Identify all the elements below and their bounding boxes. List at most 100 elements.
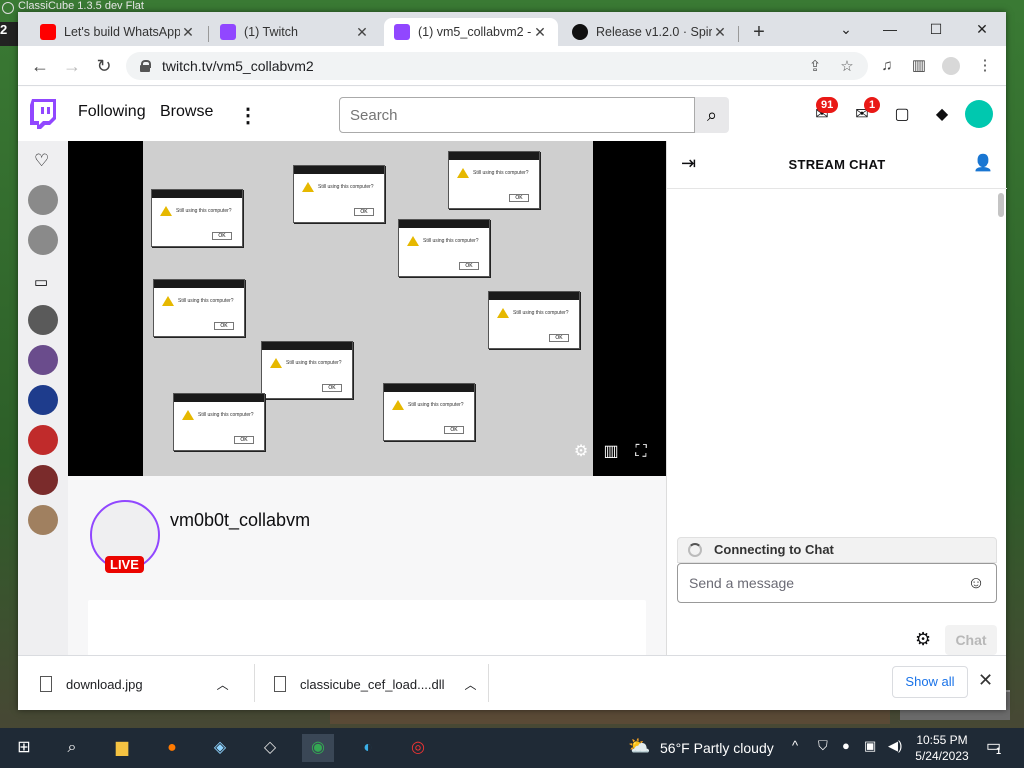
obs-icon[interactable]: ◎ (402, 734, 434, 762)
following-link[interactable]: Following (78, 103, 146, 121)
heart-icon[interactable]: ♡ (34, 151, 49, 171)
shield-icon[interactable]: ⛉ (818, 738, 828, 754)
new-tab-button[interactable]: + (748, 22, 770, 44)
chat-send-button[interactable]: Chat (945, 625, 997, 655)
show-all-downloads-button[interactable]: Show all (892, 666, 968, 698)
chat-settings-icon[interactable]: ⚙ (915, 629, 931, 650)
back-button[interactable]: ← (28, 54, 52, 78)
sidebar-channel-avatar[interactable] (28, 505, 58, 535)
sidebar-channel-avatar[interactable] (28, 345, 58, 375)
bookmark-star-icon[interactable]: ☆ (838, 58, 856, 76)
warning-icon (182, 410, 194, 420)
download-item[interactable]: download.jpg ︿ (40, 666, 229, 702)
fullscreen-icon[interactable]: ⛶ (630, 441, 652, 463)
close-icon[interactable]: ✕ (180, 24, 196, 41)
download-item[interactable]: classicube_cef_load....dll ︿ (274, 666, 477, 702)
chat-message-input[interactable]: Send a message ☺ (677, 563, 997, 603)
profile-avatar-icon[interactable] (942, 57, 960, 75)
emoji-picker-icon[interactable]: ☺ (966, 573, 986, 593)
tab-search-button[interactable]: ⌄ (826, 16, 866, 42)
twitch-top-nav: Following Browse ⋮ ⌕ ✉ 91 ✉ 1 ▢ ◆ (18, 87, 1006, 141)
side-panel-icon[interactable]: ▥ (908, 55, 930, 77)
video-player[interactable]: Still using this computer? OK Still using… (68, 141, 666, 476)
chrome-icon[interactable]: ◉ (302, 734, 334, 762)
browse-link[interactable]: Browse (160, 103, 213, 121)
close-downloads-icon[interactable]: ✕ (978, 670, 993, 691)
firefox-icon[interactable]: ● (156, 734, 188, 762)
sidebar-channel-avatar[interactable] (28, 305, 58, 335)
minimize-button[interactable]: — (870, 16, 910, 42)
tab-title: (1) Twitch (244, 25, 298, 39)
warning-dialog: Still using this computer? OK (151, 189, 243, 247)
chevron-up-icon[interactable]: ︿ (217, 676, 229, 693)
search-button[interactable]: ⌕ (695, 97, 729, 133)
menu-kebab-icon[interactable]: ⋮ (974, 55, 996, 77)
close-icon[interactable]: ✕ (532, 24, 548, 41)
chat-scrollbar[interactable] (998, 193, 1004, 217)
edge-icon[interactable]: ◐ (352, 734, 384, 762)
app-icon[interactable]: ◈ (204, 734, 236, 762)
network-icon[interactable]: ▣ (864, 738, 876, 754)
weather-cloud-icon[interactable]: ⛅ (628, 736, 650, 757)
whispers-icon[interactable]: ▢ (890, 103, 914, 127)
system-clock[interactable]: 10:55 PM 5/24/2023 (912, 732, 972, 764)
sidebar-channel-avatar[interactable] (28, 225, 58, 255)
tab-youtube[interactable]: Let's build WhatsApp ✕ (30, 18, 206, 46)
theatre-mode-icon[interactable]: ▥ (600, 441, 622, 463)
chevron-up-icon[interactable]: ^ (792, 738, 798, 753)
chevron-up-icon[interactable]: ︿ (465, 676, 477, 693)
volume-icon[interactable]: ◀) (888, 738, 902, 754)
inbox-badge: 91 (816, 97, 839, 113)
tab-github-release[interactable]: Release v1.2.0 · Spiral ✕ (562, 18, 738, 46)
address-bar[interactable]: twitch.tv/vm5_collabvm2 ⇪ ☆ (126, 52, 868, 80)
game-hud-number: 2 (0, 22, 18, 46)
browser-toolbar: ← → ↻ twitch.tv/vm5_collabvm2 ⇪ ☆ ♫ ▥ ⋮ (18, 46, 1006, 86)
game-hotbar (330, 710, 890, 724)
download-filename: download.jpg (66, 676, 143, 692)
warning-icon (457, 168, 469, 178)
windows-start-icon[interactable]: ⊞ (8, 734, 40, 762)
windows-taskbar: ⊞ ⌕ ▆ ● ◈ ◇ ◉ ◐ ◎ ⛅ 56°F Partly cloudy ^… (0, 728, 1024, 768)
sidebar-channel-avatar[interactable] (28, 425, 58, 455)
clock-time: 10:55 PM (916, 733, 968, 747)
close-window-button[interactable]: ✕ (962, 16, 1002, 42)
close-icon[interactable]: ✕ (712, 24, 728, 41)
tab-separator (738, 26, 739, 42)
tab-twitch[interactable]: (1) Twitch ✕ (210, 18, 380, 46)
warning-dialog: Still using this computer? OK (153, 279, 245, 337)
microphone-icon[interactable]: ● (842, 738, 850, 753)
search-icon[interactable]: ⌕ (56, 734, 88, 762)
media-controls-icon[interactable]: ♫ (876, 55, 898, 77)
warning-icon (392, 400, 404, 410)
notification-count: 1 (996, 746, 1002, 756)
settings-gear-icon[interactable]: ⚙ (570, 441, 592, 463)
channel-name[interactable]: vm0b0t_collabvm (170, 510, 310, 531)
download-filename: classicube_cef_load....dll (300, 676, 445, 692)
stream-frame: Still using this computer? OK Still using… (143, 141, 593, 476)
cube-app-icon[interactable]: ◇ (254, 734, 286, 762)
search-icon: ⌕ (706, 105, 718, 125)
tab-vm5-collabvm2[interactable]: (1) vm5_collabvm2 - ✕ (384, 18, 558, 46)
search-input[interactable] (339, 97, 695, 133)
reload-button[interactable]: ↻ (92, 54, 116, 78)
image-file-icon (40, 676, 52, 692)
prime-crown-icon[interactable]: ◆ (930, 103, 954, 127)
warning-icon (407, 236, 419, 246)
warning-dialog: Still using this computer? OK (398, 219, 490, 277)
maximize-button[interactable]: ☐ (916, 16, 956, 42)
sidebar-channel-avatar[interactable] (28, 185, 58, 215)
forward-button[interactable]: → (60, 54, 84, 78)
warning-dialog: Still using this computer? OK (448, 151, 540, 209)
tab-title: (1) vm5_collabvm2 - (418, 25, 532, 39)
sidebar-channel-avatar[interactable] (28, 385, 58, 415)
community-users-icon[interactable]: 👤 (973, 153, 993, 173)
weather-text[interactable]: 56°F Partly cloudy (660, 740, 774, 756)
sidebar-channel-avatar[interactable] (28, 465, 58, 495)
file-explorer-icon[interactable]: ▆ (106, 734, 138, 762)
video-camera-icon[interactable]: ▭ (34, 273, 48, 291)
more-options-icon[interactable]: ⋮ (238, 103, 258, 128)
close-icon[interactable]: ✕ (354, 24, 370, 41)
user-avatar[interactable] (965, 100, 993, 128)
twitch-logo-icon[interactable] (30, 99, 56, 129)
share-icon[interactable]: ⇪ (806, 58, 824, 76)
